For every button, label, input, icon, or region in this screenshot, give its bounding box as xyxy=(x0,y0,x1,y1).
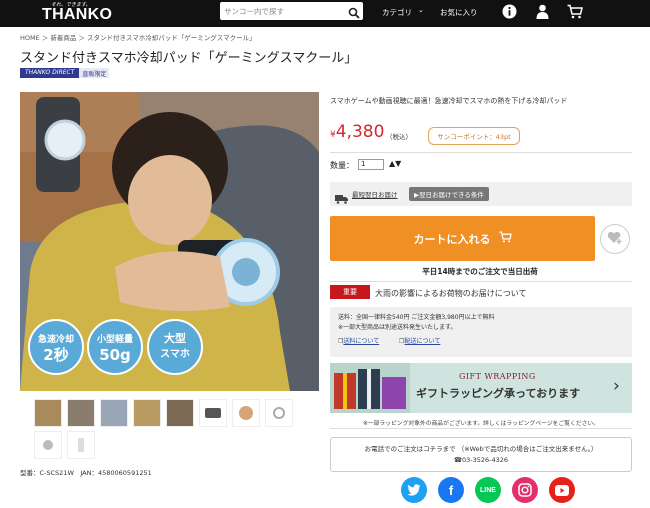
window-icon: ❐ xyxy=(399,338,405,345)
shipping-fee-box: 送料：全国一律料金540円 ご注文金額3,980円以上で無料 ※一部大型商品は別… xyxy=(330,307,632,357)
brand-badge-label: THANKO DIRECT xyxy=(20,68,80,78)
chevron-down-icon[interactable]: ⌄ xyxy=(418,6,424,14)
price-value: 4,380 xyxy=(335,122,385,142)
divider xyxy=(330,281,632,282)
svg-text:2秒: 2秒 xyxy=(43,346,68,364)
gift-wrapping-banner[interactable]: GIFT WRAPPING ギフトラッピング承っております › xyxy=(330,363,632,413)
points-badge: サンコーポイント：43pt xyxy=(428,127,520,145)
cart-icon[interactable] xyxy=(567,4,583,23)
facebook-icon[interactable]: f xyxy=(438,477,464,503)
exclusive-badge-label: 直販限定 xyxy=(79,68,110,78)
gift-banner-english: GIFT WRAPPING xyxy=(459,372,536,381)
shipping-fee-link[interactable]: 送料について xyxy=(343,338,379,345)
heart-plus-icon xyxy=(607,230,623,249)
breadcrumb[interactable]: HOME ＞ 新着商品 ＞ スタンド付きスマホ冷却パッド「ゲーミングスマクール」 xyxy=(20,32,256,42)
search-icon[interactable] xyxy=(348,4,360,23)
important-badge: 重要 xyxy=(330,285,370,299)
quantity-label: 数量： xyxy=(330,161,354,170)
gift-note: ※一部ラッピング対象外の商品がございます。詳しくはラッピングページをご覧ください… xyxy=(362,421,600,427)
model-number: 型番：C-SCS21W JAN：4580060591251 xyxy=(20,469,152,477)
product-description: スマホゲームや動画視聴に最適！急速冷却でスマホの熱を下げる冷却パッド xyxy=(330,97,568,105)
product-main-image[interactable]: 急速冷却 2秒 小型軽量 50g 大型 スマホ xyxy=(20,92,319,391)
thumbnail-row xyxy=(34,399,293,427)
thumbnail[interactable] xyxy=(199,399,227,427)
divider xyxy=(330,152,632,153)
add-to-cart-label: カートに入れる xyxy=(413,232,491,246)
thumbnail[interactable] xyxy=(34,431,62,459)
thumbnail[interactable] xyxy=(133,399,161,427)
thumbnail[interactable] xyxy=(67,431,95,459)
search-input[interactable]: サンコー内で探す xyxy=(220,2,363,20)
add-to-cart-button[interactable]: カートに入れる xyxy=(330,216,595,261)
thumbnail-row xyxy=(34,431,95,459)
shipping-fee-text: 送料：全国一律料金540円 ご注文金額3,980円以上で無料 xyxy=(338,314,495,321)
phone-order-text: お電話でのご注文はコチラまで （※Webで品切れの場合はご注文出来ません。） xyxy=(364,445,598,453)
weather-notice-link[interactable]: 大雨の影響によるお荷物のお届けについて xyxy=(375,288,527,299)
svg-text:大型: 大型 xyxy=(164,331,186,345)
svg-text:小型軽量: 小型軽量 xyxy=(96,333,133,345)
brand-badge: THANKO DIRECT 直販限定 xyxy=(20,68,110,78)
quantity-input[interactable]: 1 xyxy=(358,159,384,170)
divider xyxy=(330,428,632,429)
thumbnail[interactable] xyxy=(100,399,128,427)
svg-text:急速冷却: 急速冷却 xyxy=(38,333,74,345)
instagram-icon[interactable] xyxy=(512,477,538,503)
wishlist-button[interactable] xyxy=(600,224,630,254)
tax-label: （税込） xyxy=(386,133,412,141)
site-logo[interactable]: THANKO xyxy=(42,6,112,24)
thumbnail[interactable] xyxy=(34,399,62,427)
thumbnail[interactable] xyxy=(166,399,194,427)
price: ¥4,380 xyxy=(330,122,384,142)
category-menu[interactable]: カテゴリ xyxy=(382,7,412,18)
info-icon[interactable] xyxy=(502,4,517,23)
quantity-stepper[interactable]: ▲▼ xyxy=(389,159,401,168)
svg-text:スマホ: スマホ xyxy=(160,348,190,360)
thumbnail[interactable] xyxy=(67,399,95,427)
line-icon[interactable]: LINE xyxy=(475,477,501,503)
thumbnail[interactable] xyxy=(232,399,260,427)
phone-number[interactable]: ☎03-3526-4326 xyxy=(331,455,631,466)
gift-banner-title: ギフトラッピング承っております xyxy=(416,387,581,400)
page-title: スタンド付きスマホ冷却パッド「ゲーミングスマクール」 xyxy=(20,51,358,66)
oversize-note: ※一部大型商品は別途送料発生いたします。 xyxy=(338,324,457,331)
shipping-info: 最短翌日お届け ▶翌日お届けできる条件 xyxy=(330,182,632,206)
user-icon[interactable] xyxy=(536,4,549,23)
search-placeholder: サンコー内で探す xyxy=(224,7,284,16)
youtube-icon[interactable] xyxy=(549,477,575,503)
fastest-delivery-label: 最短翌日お届け xyxy=(352,191,398,199)
phone-order-box: お電話でのご注文はコチラまで （※Webで品切れの場合はご注文出来ません。） ☎… xyxy=(330,437,632,472)
truck-icon xyxy=(335,189,349,208)
delivery-link[interactable]: 配送について xyxy=(405,338,441,345)
next-day-conditions-button[interactable]: ▶翌日お届けできる条件 xyxy=(409,187,489,201)
twitter-icon[interactable] xyxy=(401,477,427,503)
thumbnail[interactable] xyxy=(265,399,293,427)
favorites-link[interactable]: お気に入り xyxy=(440,7,478,18)
same-day-shipping-note: 平日14時までのご注文で当日出荷 xyxy=(422,267,538,276)
gift-box-image xyxy=(330,363,410,413)
svg-text:50g: 50g xyxy=(99,346,131,364)
chevron-right-icon: › xyxy=(613,376,620,396)
cart-icon xyxy=(499,231,512,246)
social-links: f LINE xyxy=(401,477,575,503)
